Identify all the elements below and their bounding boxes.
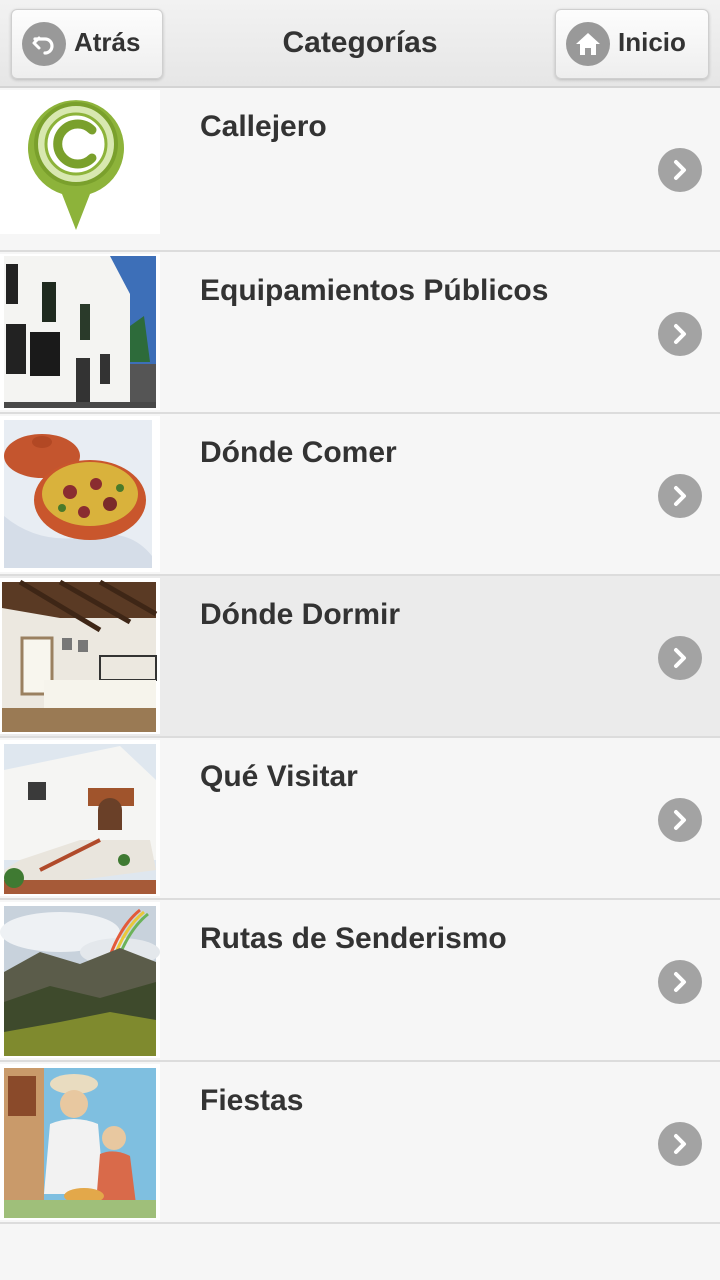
chevron-right-icon <box>658 312 702 356</box>
list-item-equipamientos[interactable]: Equipamientos Públicos <box>0 252 720 414</box>
white-building-photo-icon <box>0 254 160 410</box>
home-button[interactable]: Inicio <box>555 9 709 79</box>
home-button-label: Inicio <box>618 26 686 57</box>
category-label: Qué Visitar <box>200 760 358 793</box>
chevron-right-icon <box>658 798 702 842</box>
list-item-rutas-senderismo[interactable]: Rutas de Senderismo <box>0 900 720 1062</box>
festival-painting-photo-icon <box>0 1064 160 1220</box>
app-header: Atrás Categorías Inicio <box>0 0 720 88</box>
list-item-callejero[interactable]: Callejero <box>0 88 720 252</box>
white-chapel-photo-icon <box>0 740 160 896</box>
chevron-right-icon <box>658 960 702 1004</box>
category-label: Equipamientos Públicos <box>200 274 549 307</box>
category-list: Callejero Equipamientos Públicos Dónde C… <box>0 88 720 1224</box>
list-item-donde-dormir[interactable]: Dónde Dormir <box>0 576 720 738</box>
home-icon <box>566 22 610 66</box>
category-label: Rutas de Senderismo <box>200 922 507 955</box>
category-label: Callejero <box>200 110 327 143</box>
category-label: Dónde Dormir <box>200 598 401 631</box>
chevron-right-icon <box>658 1122 702 1166</box>
chevron-right-icon <box>658 474 702 518</box>
mountain-rainbow-photo-icon <box>0 902 160 1058</box>
bedroom-photo-icon <box>0 578 160 734</box>
list-item-que-visitar[interactable]: Qué Visitar <box>0 738 720 900</box>
list-item-donde-comer[interactable]: Dónde Comer <box>0 414 720 576</box>
chevron-right-icon <box>658 636 702 680</box>
category-label: Dónde Comer <box>200 436 397 469</box>
chevron-right-icon <box>658 148 702 192</box>
clay-pot-stew-photo-icon <box>0 416 160 572</box>
map-pin-c-logo-icon <box>0 90 160 234</box>
list-item-fiestas[interactable]: Fiestas <box>0 1062 720 1224</box>
category-label: Fiestas <box>200 1084 304 1117</box>
